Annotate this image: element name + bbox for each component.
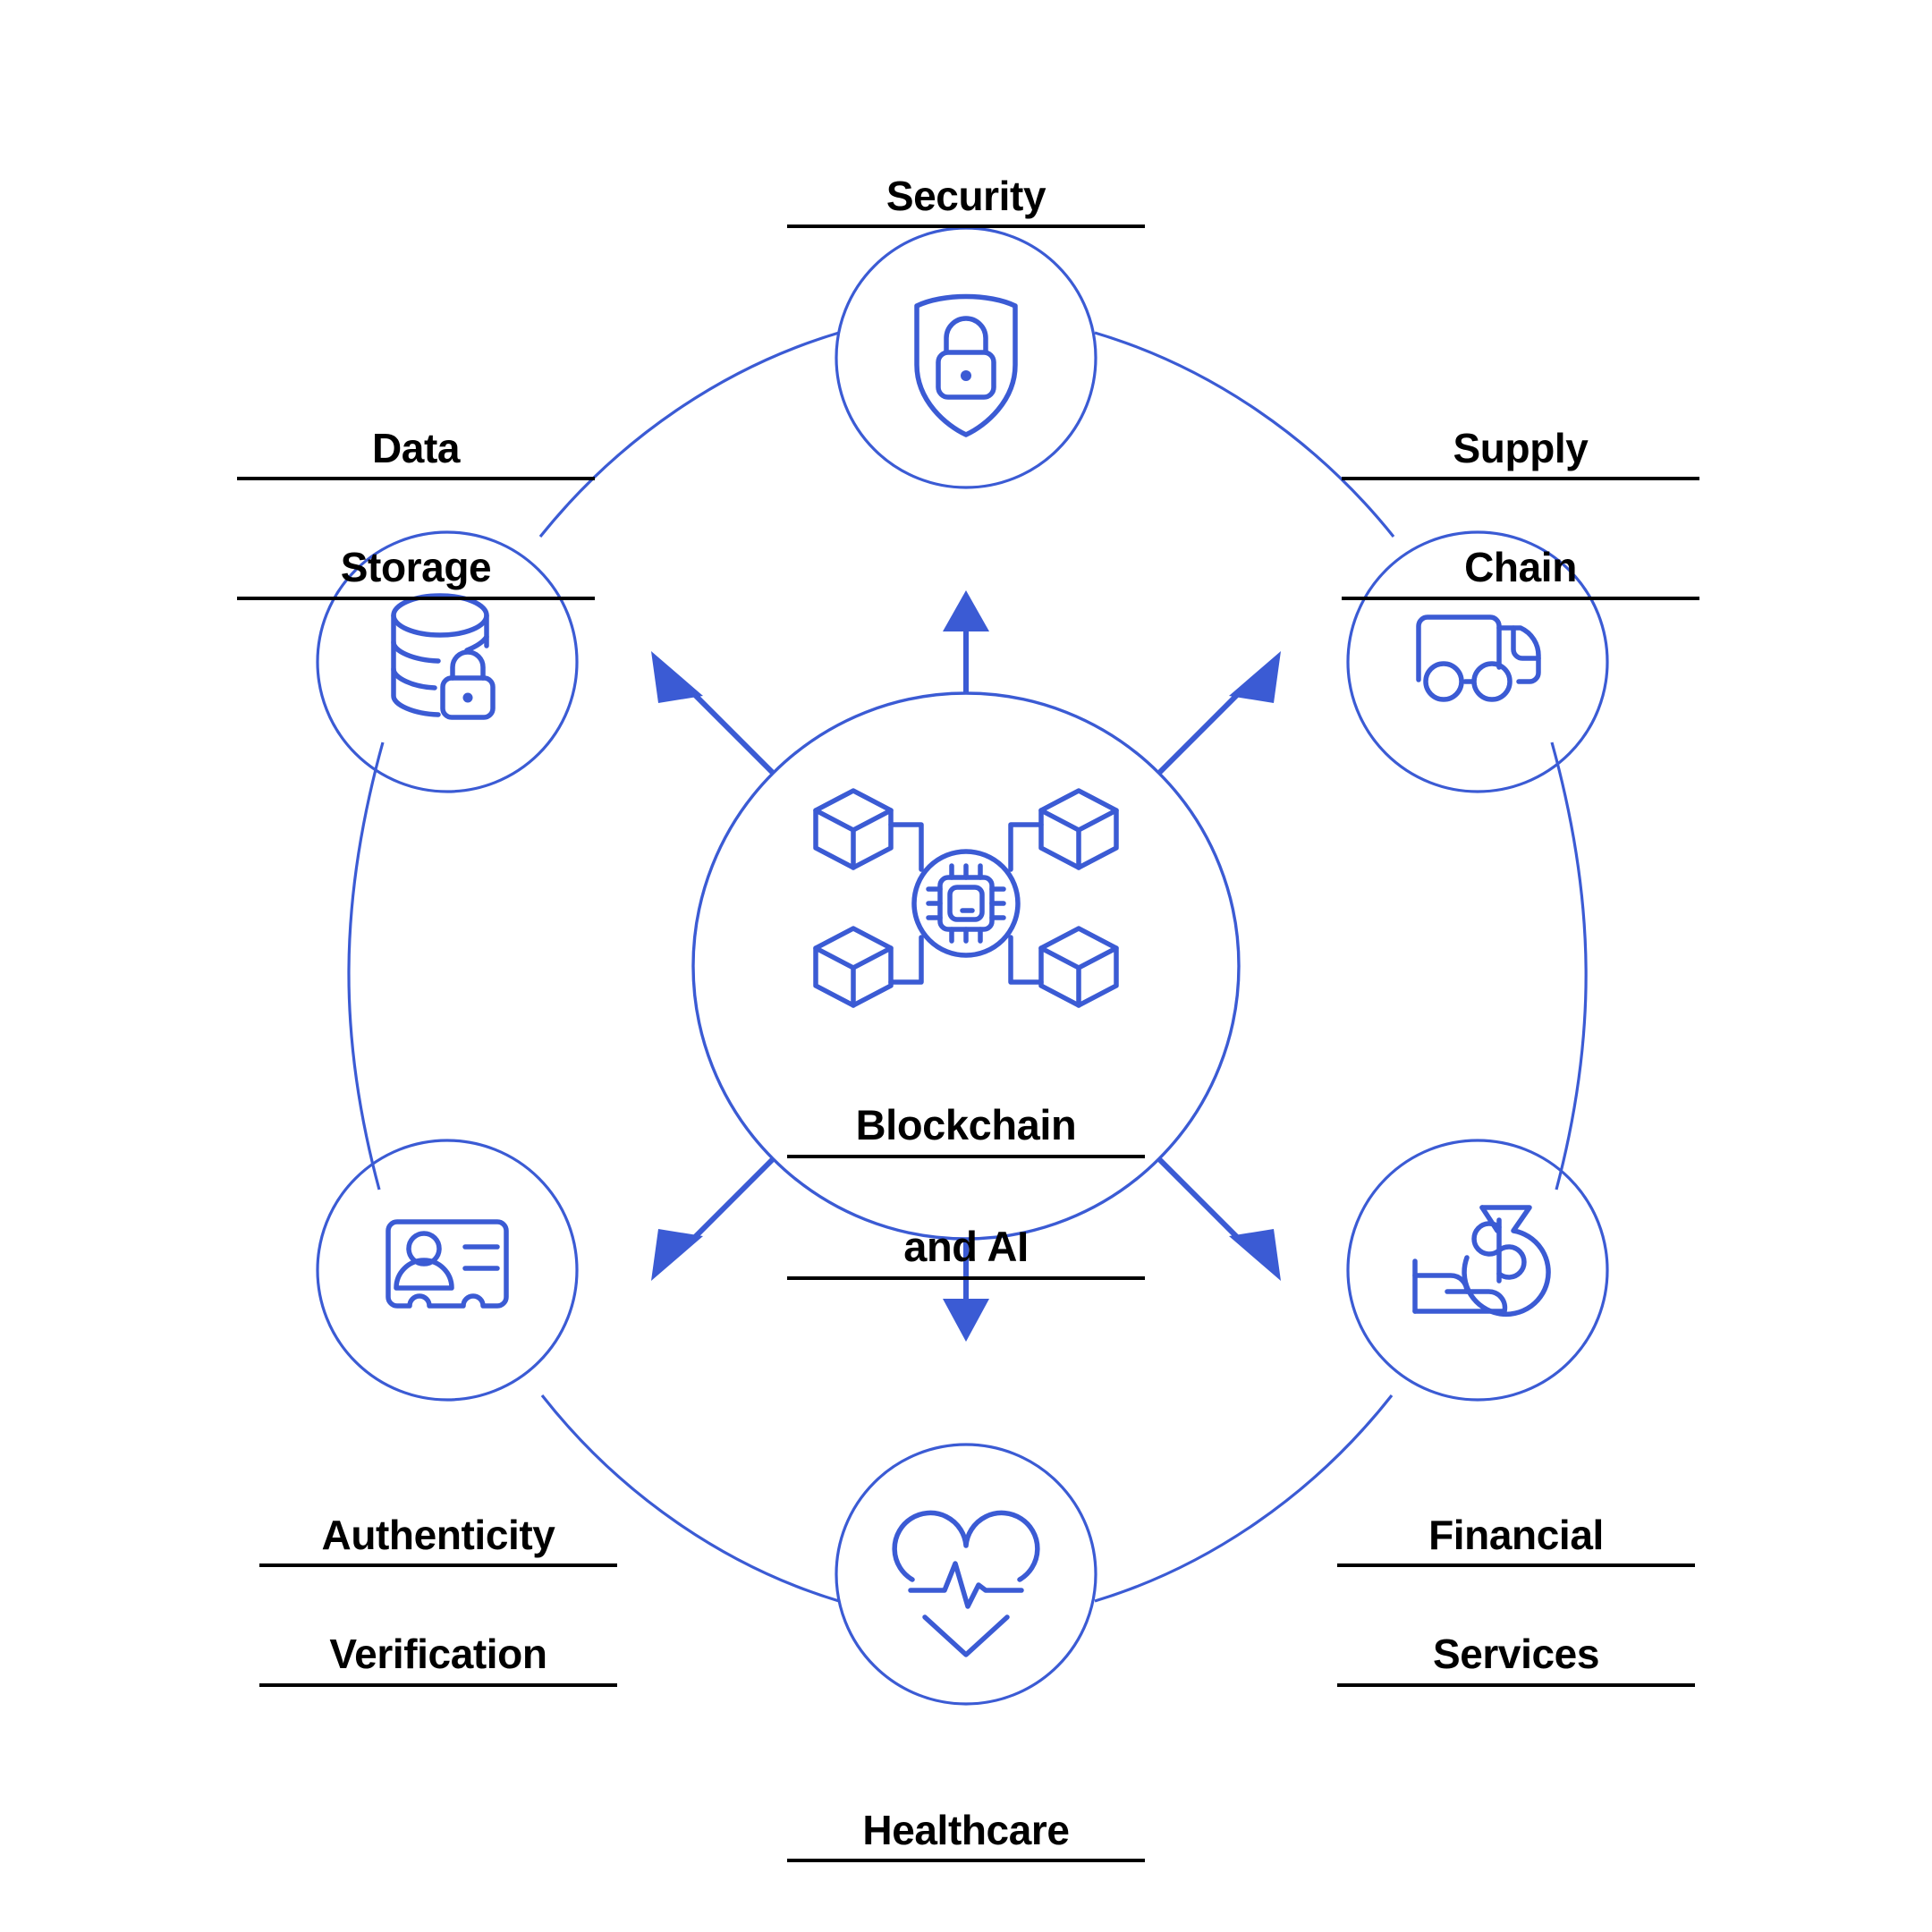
- label-authenticity-line2: Verification: [259, 1627, 617, 1687]
- heart-pulse-icon: [892, 1510, 1040, 1657]
- node-circle-financial-services[interactable]: [1346, 1139, 1609, 1402]
- arrow-up: [943, 590, 989, 693]
- arrow-down-right: [1157, 1157, 1281, 1281]
- label-healthcare-line1: Healthcare: [787, 1803, 1145, 1863]
- id-card-person-icon: [386, 1219, 509, 1309]
- cpu-chip-icon: [926, 863, 1006, 944]
- ring-arc-lower-left-to-upper-left: [347, 741, 385, 1191]
- label-center-line2: and AI: [787, 1219, 1145, 1281]
- label-data-storage: Data Storage: [237, 367, 595, 660]
- cube-bottom-left: [813, 926, 894, 1008]
- label-supply-chain-line1: Supply: [1342, 421, 1699, 481]
- label-security-line1: Security: [787, 169, 1145, 229]
- label-data-storage-line1: Data: [237, 421, 595, 481]
- label-security: Security: [787, 114, 1145, 283]
- arrow-down-left: [651, 1157, 775, 1281]
- cube-top-left: [813, 788, 894, 870]
- label-supply-chain: Supply Chain: [1342, 367, 1699, 660]
- label-healthcare: Healthcare: [787, 1749, 1145, 1917]
- label-authenticity-line1: Authenticity: [259, 1508, 617, 1568]
- node-circle-healthcare[interactable]: [835, 1443, 1097, 1706]
- label-authenticity-verification: Authenticity Verification: [259, 1453, 617, 1747]
- label-supply-chain-line2: Chain: [1342, 540, 1699, 600]
- hand-money-bag-icon: [1412, 1205, 1551, 1318]
- label-center-line1: Blockchain: [787, 1097, 1145, 1159]
- blockchain-network-chip-icon: [813, 788, 1119, 1008]
- label-data-storage-line2: Storage: [237, 540, 595, 600]
- label-financial-line2: Services: [1337, 1627, 1695, 1687]
- label-financial-line1: Financial: [1337, 1508, 1695, 1568]
- arrow-up-left: [651, 651, 775, 775]
- diagram-canvas: Security Data Storage Supply Chain Authe…: [0, 0, 1932, 1932]
- cube-bottom-right: [1038, 926, 1119, 1008]
- cube-top-right: [1038, 788, 1119, 870]
- label-center-blockchain-and-ai: Blockchain and AI: [787, 1042, 1145, 1341]
- arrow-up-right: [1157, 651, 1281, 775]
- shield-lock-icon: [914, 293, 1018, 437]
- ring-arc-upper-right-to-lower-right: [1550, 741, 1588, 1191]
- label-financial-services: Financial Services: [1337, 1453, 1695, 1747]
